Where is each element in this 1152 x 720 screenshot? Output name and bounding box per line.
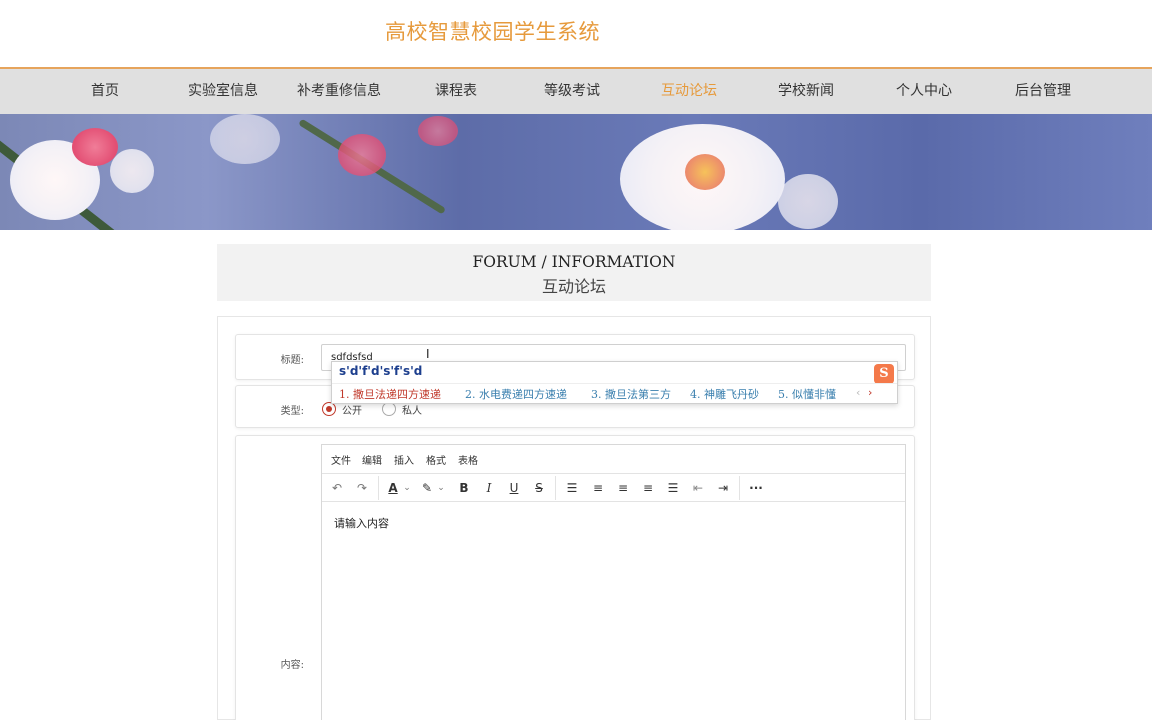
indent-icon[interactable]: ⇥: [714, 478, 732, 498]
site-header: 高校智慧校园学生系统: [0, 0, 1152, 68]
toolbar-divider: [555, 476, 556, 500]
content-label: 内容:: [280, 660, 304, 671]
menu-file[interactable]: 文件: [331, 452, 351, 467]
toolbar-divider: [739, 476, 740, 500]
menu-insert[interactable]: 插入: [394, 452, 414, 467]
nav-item-forum[interactable]: 互动论坛: [653, 69, 725, 114]
nav-item-makeup-exam[interactable]: 补考重修信息: [289, 69, 389, 114]
text-color-icon[interactable]: A: [384, 478, 402, 498]
ime-prev-page-icon[interactable]: ‹: [856, 386, 860, 399]
redo-icon[interactable]: ↷: [353, 478, 371, 498]
blossom-decoration: [72, 128, 118, 166]
editor-content[interactable]: 请输入内容: [334, 515, 389, 531]
highlight-color-icon[interactable]: ✎: [418, 478, 436, 498]
section-title-en: FORUM / INFORMATION: [472, 253, 676, 271]
ime-candidate[interactable]: 5. 似懂非懂: [778, 386, 836, 402]
type-label: 类型:: [280, 406, 304, 417]
radio-private-label: 私人: [402, 406, 422, 417]
align-right-icon[interactable]: ≡: [639, 478, 657, 498]
strikethrough-icon[interactable]: S: [531, 478, 547, 498]
justify-icon[interactable]: ☰: [664, 478, 682, 498]
banner-carousel: [0, 114, 1152, 230]
ime-candidate[interactable]: 2. 水电费递四方速递: [465, 386, 567, 402]
blossom-decoration: [418, 116, 458, 146]
nav-item-school-news[interactable]: 学校新闻: [770, 69, 842, 114]
editor-menubar: 文件 编辑 插入 格式 表格: [322, 445, 905, 474]
blossom-decoration: [685, 154, 725, 190]
nav-item-level-exam[interactable]: 等级考试: [536, 69, 608, 114]
bold-icon[interactable]: B: [456, 478, 472, 498]
ime-candidate-popup: s'd'f'd's'f's'd S 1. 撒旦法递四方速递 2. 水电费递四方速…: [331, 361, 898, 404]
align-left-icon[interactable]: ≡: [589, 478, 607, 498]
outdent-icon[interactable]: ⇤: [689, 478, 707, 498]
nav-item-timetable[interactable]: 课程表: [424, 69, 488, 114]
radio-public-label: 公开: [342, 406, 362, 417]
align-center-icon[interactable]: ≡: [614, 478, 632, 498]
blossom-decoration: [778, 174, 838, 229]
ime-divider: [332, 383, 897, 384]
undo-icon[interactable]: ↶: [328, 478, 346, 498]
site-title: 高校智慧校园学生系统: [385, 20, 600, 44]
toolbar-divider: [378, 476, 379, 500]
blossom-decoration: [210, 114, 280, 164]
italic-icon[interactable]: I: [481, 478, 497, 498]
nav-item-lab-info[interactable]: 实验室信息: [180, 69, 266, 114]
section-header: FORUM / INFORMATION 互动论坛: [217, 244, 931, 301]
radio-public[interactable]: [322, 402, 336, 416]
underline-icon[interactable]: U: [506, 478, 522, 498]
list-icon[interactable]: ☰: [563, 478, 581, 498]
editor-toolbar: ↶ ↷ A ⌄ ✎ ⌄ B I U S ☰ ≡ ≡ ≡ ☰ ⇤ ⇥ ···: [322, 474, 905, 502]
main-nav: 首页 实验室信息 补考重修信息 课程表 等级考试 互动论坛 学校新闻 个人中心 …: [0, 67, 1152, 114]
chevron-down-icon[interactable]: ⌄: [402, 478, 412, 498]
radio-private[interactable]: [382, 402, 396, 416]
text-cursor-icon: I: [426, 347, 430, 361]
ime-next-page-icon[interactable]: ›: [868, 386, 872, 399]
blossom-decoration: [110, 149, 154, 193]
more-icon[interactable]: ···: [746, 478, 766, 498]
content-row: 内容: 文件 编辑 插入 格式 表格 ↶ ↷ A ⌄ ✎ ⌄ B I U S ☰…: [235, 435, 915, 720]
rich-text-editor: 文件 编辑 插入 格式 表格 ↶ ↷ A ⌄ ✎ ⌄ B I U S ☰ ≡ ≡…: [321, 444, 906, 720]
nav-item-admin[interactable]: 后台管理: [1007, 69, 1079, 114]
ime-candidate[interactable]: 4. 神雕飞丹砂: [690, 386, 759, 402]
blossom-decoration: [338, 134, 386, 176]
menu-edit[interactable]: 编辑: [362, 452, 382, 467]
chevron-down-icon[interactable]: ⌄: [436, 478, 446, 498]
ime-composition-text: s'd'f'd's'f's'd: [339, 364, 423, 378]
sogou-logo-icon: S: [874, 364, 894, 384]
menu-table[interactable]: 表格: [458, 452, 478, 467]
nav-item-personal-center[interactable]: 个人中心: [888, 69, 960, 114]
menu-format[interactable]: 格式: [426, 452, 446, 467]
title-label: 标题:: [280, 355, 304, 366]
section-title-cn: 互动论坛: [541, 277, 606, 296]
ime-candidate[interactable]: 3. 撒旦法第三方: [591, 386, 671, 402]
ime-candidate[interactable]: 1. 撒旦法递四方速递: [339, 386, 441, 402]
nav-item-home[interactable]: 首页: [74, 69, 136, 114]
